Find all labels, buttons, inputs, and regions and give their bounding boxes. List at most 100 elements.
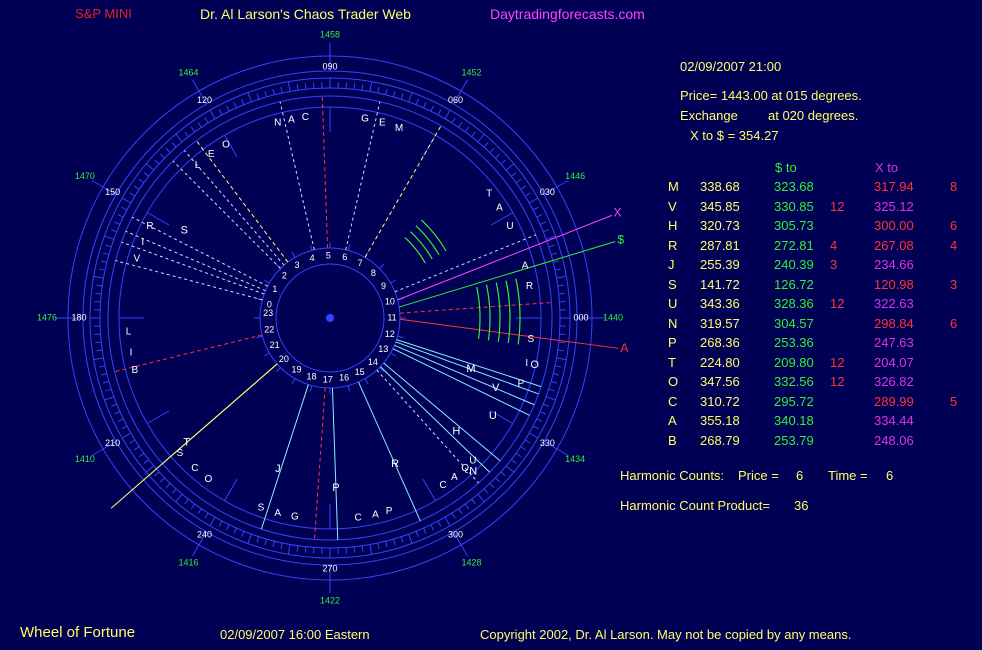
chart-datetime: 02/09/2007 21:00 [680,59,782,74]
degree-tick [175,493,183,503]
planet-letter: S [668,276,677,292]
degree-tick [548,388,555,392]
degree-tick [437,109,442,116]
dollar-harmonic: 12 [830,198,845,214]
degree-tick [104,396,115,401]
table-row: R 287.81 272.81 4 267.08 4 [668,236,982,256]
planet-inner-label: J [275,463,281,475]
degree-tick [451,117,456,124]
price-harmonic-arc [495,282,501,342]
hour-label: 17 [323,374,333,384]
hour-label: 23 [263,308,273,318]
degree-label: 330 [540,438,555,448]
table-row: A 355.18 340.18 334.44 [668,411,982,431]
degree-tick [95,341,102,344]
hour-tick [390,352,397,357]
dollar-harmonic [830,216,874,236]
degree-tick [510,459,517,464]
dollar-harmonic [830,177,874,197]
price-label: 1440 [603,312,623,322]
hour-label: 18 [306,372,316,382]
planet-spoke [321,96,329,249]
sign-spoke-inner [224,478,238,501]
degree-tick [543,403,550,407]
degree-tick [121,197,132,204]
degree-tick [241,98,245,105]
degree-tick [110,229,117,233]
degree-tick [117,214,124,218]
planet-outer-label: V [133,254,140,265]
degree-tick [197,122,202,128]
degree-tick [190,503,196,510]
degree-tick [550,252,557,256]
planet-spoke [331,387,339,540]
dollar-harmonic: 12 [830,374,845,390]
table-row: T 224.80 209.80 12 204.07 [668,353,982,373]
planet-letter: M [668,179,679,195]
planet-value: 355.18 [700,413,740,429]
degree-tick [204,117,209,124]
planet-outer-label: A [451,472,458,483]
degree-tick [369,81,373,92]
time-harmonic-arc [410,231,433,260]
dollar-to-value: 328.36 [774,296,814,312]
degree-tick [524,439,531,444]
planet-spoke [392,348,530,416]
price-label: 1470 [75,171,95,181]
degree-tick [104,235,115,240]
degree-tick [121,432,132,439]
degree-tick [545,396,556,401]
hour-label: 20 [279,354,289,364]
price-label: 1422 [320,595,340,605]
price-label: 1416 [178,557,198,567]
planet-outer-label: B [132,365,139,376]
degree-tick [117,418,124,422]
x-to-value: 325.12 [874,198,914,214]
price-harmonic-arc [476,286,481,339]
dollar-to-value: 340.18 [774,413,814,429]
degree-tick [280,87,283,94]
planet-inner-label: H [452,426,460,438]
planet-outer-label: N [274,118,281,129]
planet-inner-label: O [530,359,539,371]
table-row: S 141.72 126.72 120.98 3 [668,275,982,295]
table-row: O 347.56 332.56 12 326.82 [668,372,982,392]
x-harmonic [950,294,982,314]
degree-tick [385,88,388,95]
wheel-center-dot [326,314,334,322]
x-to-value: 120.98 [874,276,914,292]
planet-inner-label: M [466,363,475,375]
degree-tick [96,284,103,287]
degree-tick [197,508,202,514]
harmonic-product-label: Harmonic Count Product= [620,498,770,513]
wheel-harmonic-arcs [404,219,521,345]
degree-tick [400,93,404,100]
line-end-label: X [614,206,622,220]
degree-tick [408,533,413,544]
planet-outer-label: M [395,123,403,134]
hour-tick [379,263,385,269]
time-harmonic-arc [404,237,426,264]
planet-outer-label: A [372,509,379,520]
degree-tick [96,349,103,352]
planet-letter: C [668,393,678,409]
planet-outer-label: R [146,221,153,232]
dollar-harmonic [830,392,874,412]
hour-tick [256,335,263,339]
degree-tick [515,178,522,184]
x-to-value: 248.06 [874,432,914,448]
degree-tick [218,109,223,116]
planet-inner-label: R [391,458,399,470]
table-row: C 310.72 295.72 289.99 5 [668,392,982,412]
degree-tick [536,418,543,422]
degree-tick [464,503,470,510]
planet-outer-label: A [496,203,503,214]
degree-tick [204,512,209,519]
degree-tick [145,465,155,473]
degree-tick [477,133,485,143]
degree-tick [129,439,136,444]
planet-spoke [394,344,535,406]
x-to-value: 289.99 [874,393,914,409]
planet-outer-label: E [379,118,386,129]
degree-label: 120 [197,95,212,105]
